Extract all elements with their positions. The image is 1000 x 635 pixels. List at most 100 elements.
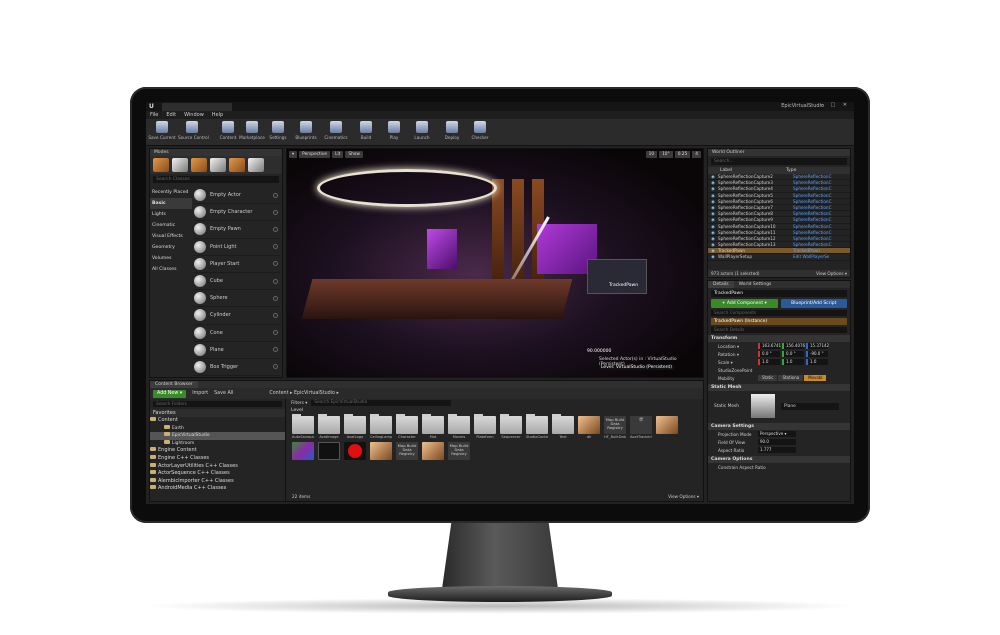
- menu-file[interactable]: File: [150, 111, 158, 119]
- eye-icon[interactable]: ◉: [708, 174, 718, 179]
- tab-details[interactable]: Details: [708, 281, 734, 288]
- view-options-button[interactable]: View Options ▾: [668, 494, 699, 499]
- mobility-stationary[interactable]: Stationa: [778, 375, 804, 381]
- lit-button[interactable]: Lit: [332, 151, 344, 158]
- table-row[interactable]: ◉ WallPlayerSetup Edit WallPlayerSe: [708, 254, 850, 261]
- cinematics-button[interactable]: Cinematics: [322, 121, 350, 140]
- list-item[interactable]: Empty Pawn: [194, 221, 280, 239]
- location-x-field[interactable]: 163.6741: [758, 343, 781, 349]
- transform-section[interactable]: Transform: [708, 335, 850, 342]
- scale-snap-button[interactable]: 0.25: [674, 151, 691, 158]
- scale-x-field[interactable]: 1.0: [758, 359, 780, 365]
- eye-icon[interactable]: ◉: [708, 180, 718, 185]
- list-item[interactable]: Earth: [150, 424, 285, 433]
- eye-icon[interactable]: ◉: [708, 217, 718, 222]
- scale-label[interactable]: Scale ▾: [718, 360, 758, 365]
- list-item[interactable]: Player Start: [194, 256, 280, 273]
- asset-tile[interactable]: Character: [396, 414, 418, 439]
- breadcrumb-folder[interactable]: EpicVirtualStudio: [294, 391, 335, 396]
- asset-tile[interactable]: Mat: [422, 414, 444, 439]
- asset-tile[interactable]: 🎬AvatTrackerSequencer: [630, 416, 652, 439]
- eye-icon[interactable]: ◉: [708, 230, 718, 235]
- asset-tile[interactable]: AvatImage: [318, 414, 340, 439]
- mobility-movable[interactable]: Movabl: [804, 375, 827, 381]
- list-item[interactable]: Plane: [194, 342, 280, 359]
- blueprint-add-script-button[interactable]: Blueprint/Add Script: [780, 299, 847, 308]
- camera-settings-section[interactable]: Camera Settings: [708, 423, 850, 430]
- level-viewport[interactable]: ▾ Perspective Lit Show 10 10° 0.25 4 Tra…: [286, 148, 704, 378]
- viewport-menu-button[interactable]: ▾: [289, 151, 298, 158]
- projection-dropdown[interactable]: Perspective ▾: [758, 431, 796, 437]
- add-component-button[interactable]: + Add Component ▾: [711, 299, 778, 308]
- landscape-mode-icon[interactable]: [191, 158, 207, 172]
- asset-tile[interactable]: [292, 442, 314, 461]
- menu-edit[interactable]: Edit: [166, 111, 176, 119]
- blueprints-button[interactable]: Blueprints: [292, 121, 320, 140]
- paint-mode-icon[interactable]: [172, 158, 188, 172]
- list-item[interactable]: Content: [150, 417, 285, 425]
- asset-tile[interactable]: [344, 442, 366, 461]
- asset-tile[interactable]: [422, 442, 444, 461]
- view-options-button[interactable]: View Options ▾: [816, 270, 847, 277]
- checker-button[interactable]: Checker: [466, 121, 494, 140]
- category-cinematic[interactable]: Cinematic: [150, 220, 192, 231]
- category-lights[interactable]: Lights: [150, 209, 192, 220]
- asset-tile[interactable]: Map Build Data Registry HF_BuiltData: [604, 416, 626, 439]
- category-volumes[interactable]: Volumes: [150, 253, 192, 264]
- level-tab[interactable]: [162, 103, 232, 111]
- build-button[interactable]: Build: [352, 121, 380, 140]
- list-item[interactable]: Lightroom: [150, 439, 285, 448]
- help-icon[interactable]: [273, 330, 278, 336]
- modes-tab[interactable]: Modes: [150, 149, 282, 156]
- asset-tile[interactable]: AvatLogo: [344, 414, 366, 439]
- grid-snap-button[interactable]: 10: [645, 151, 658, 158]
- help-icon[interactable]: [273, 364, 278, 370]
- eye-icon[interactable]: ◉: [708, 205, 718, 210]
- help-icon[interactable]: [273, 261, 278, 267]
- source-control-button[interactable]: Source Control: [178, 121, 209, 140]
- mesh-paint-mode-icon[interactable]: [248, 158, 264, 172]
- list-item[interactable]: AlembicImporter C++ Classes: [150, 477, 285, 486]
- list-item[interactable]: Point Light: [194, 239, 280, 256]
- eye-icon[interactable]: ◉: [708, 211, 718, 216]
- world-outliner-tab[interactable]: World Outliner: [708, 149, 850, 156]
- perspective-button[interactable]: Perspective: [299, 151, 331, 158]
- save-all-button[interactable]: Save All: [214, 391, 233, 396]
- aspect-field[interactable]: 1.777: [758, 447, 796, 453]
- window-controls[interactable]: – □ ✕: [820, 102, 850, 108]
- mobility-static[interactable]: Static: [758, 375, 778, 381]
- column-label[interactable]: Label: [708, 167, 786, 174]
- help-icon[interactable]: [273, 312, 278, 318]
- location-label[interactable]: Location ▾: [718, 344, 758, 349]
- camera-options-section[interactable]: Camera Options: [708, 456, 850, 463]
- asset-tile[interactable]: Sequencer: [500, 414, 522, 439]
- eye-icon[interactable]: ◉: [708, 186, 718, 191]
- mesh-thumbnail[interactable]: [750, 394, 775, 418]
- asset-tile[interactable]: AutoSavepage Media: [292, 414, 314, 439]
- eye-icon[interactable]: ◉: [708, 224, 718, 229]
- search-components-input[interactable]: Search Components: [711, 310, 847, 316]
- list-item[interactable]: Sphere: [194, 290, 280, 308]
- help-icon[interactable]: [273, 226, 278, 232]
- list-item[interactable]: Engine C++ Classes: [150, 454, 285, 463]
- eye-icon[interactable]: ◉: [708, 242, 718, 247]
- asset-tile[interactable]: Plateform: [474, 414, 496, 439]
- rotation-label[interactable]: Rotation ▾: [718, 352, 758, 357]
- foliage-mode-icon[interactable]: [210, 158, 226, 172]
- scale-z-field[interactable]: 1.0: [806, 359, 828, 365]
- deploy-button[interactable]: Deploy: [438, 121, 466, 140]
- static-mesh-section[interactable]: Static Mesh: [708, 384, 850, 391]
- asset-tile[interactable]: [656, 416, 678, 439]
- fov-field[interactable]: 90.0: [758, 439, 796, 445]
- asset-tile[interactable]: dk: [578, 416, 600, 439]
- save-current-button[interactable]: Save Current: [148, 121, 176, 140]
- search-folders-input[interactable]: Search Folders: [153, 401, 282, 407]
- list-item[interactable]: Engine Content: [150, 447, 285, 455]
- marketplace-button[interactable]: Marketplace: [238, 121, 266, 140]
- rotation-x-field[interactable]: 0.0 °: [758, 351, 780, 357]
- show-button[interactable]: Show: [345, 151, 363, 158]
- eye-icon[interactable]: ◉: [708, 254, 718, 259]
- scale-y-field[interactable]: 1.0: [782, 359, 804, 365]
- menu-window[interactable]: Window: [184, 111, 204, 119]
- list-item[interactable]: Empty Actor: [194, 187, 280, 205]
